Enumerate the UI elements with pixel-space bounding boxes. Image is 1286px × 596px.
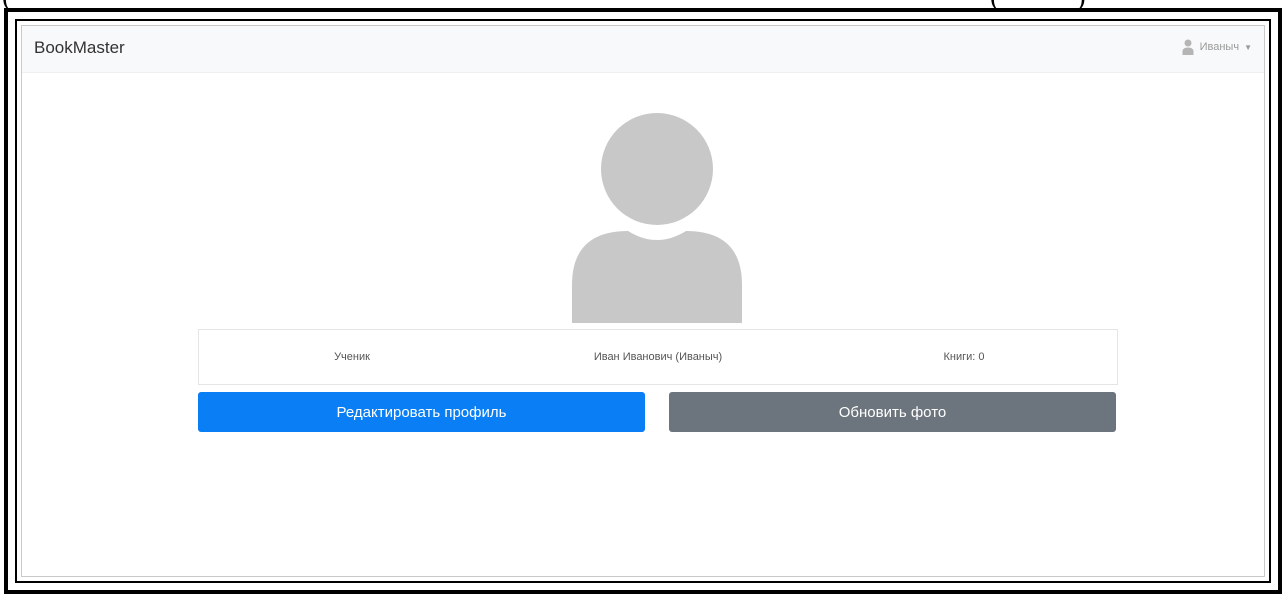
chevron-down-icon: ▼ bbox=[1244, 42, 1252, 52]
navbar: BookMaster Иваныч ▼ bbox=[22, 26, 1264, 73]
edit-profile-button[interactable]: Редактировать профиль bbox=[198, 392, 645, 432]
update-photo-button[interactable]: Обновить фото bbox=[669, 392, 1116, 432]
profile-role: Ученик bbox=[334, 351, 370, 363]
brand-link[interactable]: BookMaster bbox=[34, 38, 125, 58]
user-menu-dropdown[interactable]: Иваныч ▼ bbox=[1182, 39, 1252, 55]
profile-info-card: Ученик Иван Иванович (Иваныч) Книги: 0 bbox=[198, 329, 1118, 385]
caption-left-text: ( bbox=[2, 0, 11, 8]
user-icon bbox=[1182, 39, 1194, 55]
screenshot-inner-frame: BookMaster Иваныч ▼ Ученик Иван Иванович… bbox=[15, 19, 1271, 583]
profile-books-count: Книги: 0 bbox=[943, 351, 985, 363]
profile-full-name: Иван Иванович (Иваныч) bbox=[593, 351, 723, 363]
document-caption: ( ( ) bbox=[0, 0, 1286, 8]
browser-viewport: BookMaster Иваныч ▼ Ученик Иван Иванович… bbox=[21, 25, 1265, 577]
screenshot-frame: BookMaster Иваныч ▼ Ученик Иван Иванович… bbox=[4, 8, 1282, 594]
caption-right-text: ( ) bbox=[990, 0, 1086, 8]
avatar-placeholder-icon bbox=[572, 113, 742, 323]
user-name-label: Иваныч bbox=[1199, 41, 1240, 53]
